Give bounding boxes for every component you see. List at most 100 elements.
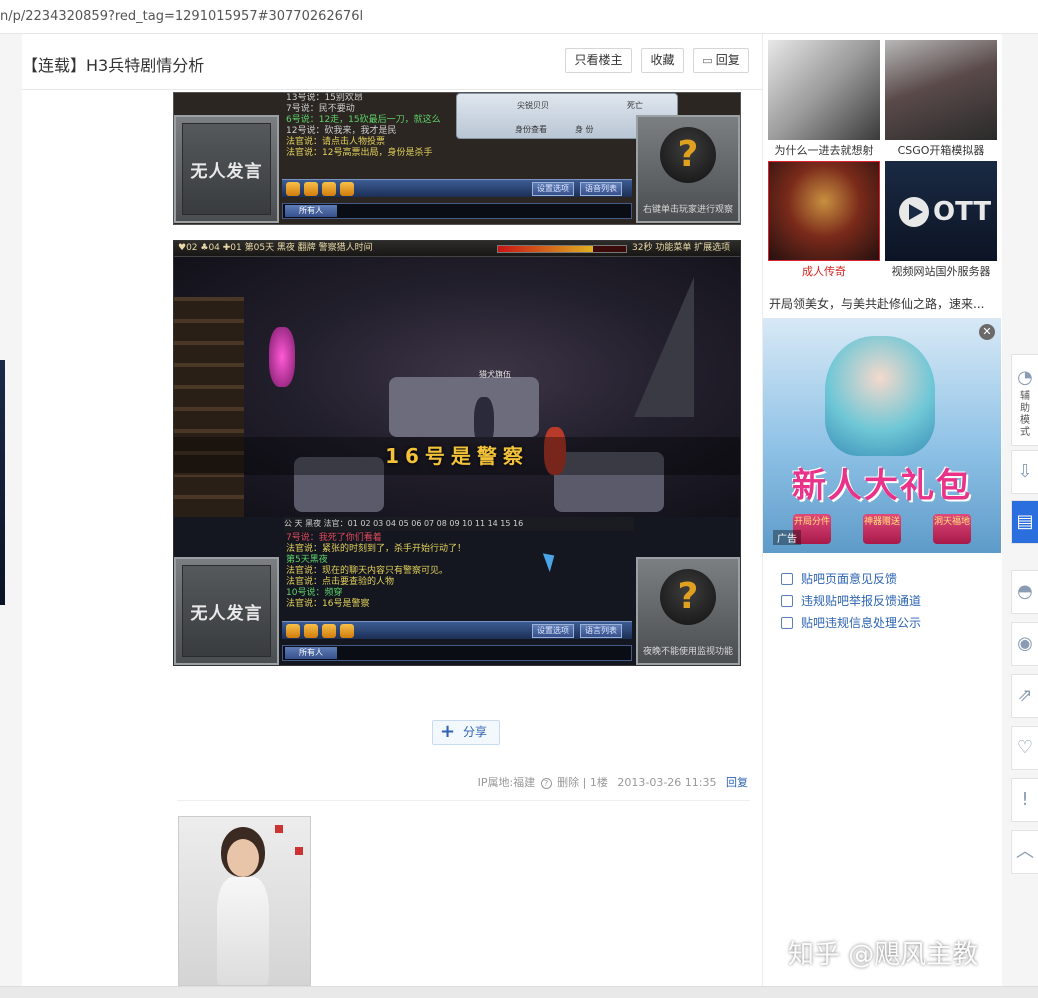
only-op-button[interactable]: 只看楼主 bbox=[565, 48, 632, 73]
report-link[interactable]: 违规贴吧举报反馈通道 bbox=[781, 590, 921, 612]
back-to-top-button[interactable]: ︿ bbox=[1011, 830, 1038, 874]
assist-mode-label: 辅助模式 bbox=[1020, 391, 1030, 438]
assist-mode-button[interactable]: ◔ 辅助模式 bbox=[1011, 354, 1038, 446]
floor-divider bbox=[177, 800, 750, 801]
comment-button[interactable]: ▤ bbox=[1011, 500, 1038, 544]
chat-line: 6号说：12走，15砍最后一刀，就这么 bbox=[286, 115, 441, 125]
bowl-button[interactable]: ◓ bbox=[1011, 570, 1038, 614]
delete-link[interactable]: 删除 bbox=[557, 776, 579, 789]
chat-line: 7号说：我死了你们看着 bbox=[286, 533, 382, 543]
feedback-link-label: 贴吧页面意见反馈 bbox=[801, 572, 898, 586]
emote-icon bbox=[340, 624, 354, 638]
chat-line: 12号说：砍我来，我才是民 bbox=[286, 126, 397, 136]
floor-reply-link[interactable]: 回复 bbox=[726, 776, 748, 789]
recommend-caption: CSGO开箱模拟器 bbox=[897, 144, 985, 157]
timer-bar-fill bbox=[498, 246, 593, 252]
url-text[interactable]: n/p/2234320859?red_tag=1291015957#307702… bbox=[0, 9, 363, 24]
play-triangle bbox=[909, 204, 923, 220]
ad-badge: 洞天福地 bbox=[933, 514, 971, 544]
comment-icon: ▭ bbox=[702, 54, 713, 67]
recommend-item[interactable]: OTT 视频网站国外服务器 bbox=[885, 161, 997, 279]
emote-icon bbox=[322, 182, 336, 196]
chat-line: 第5天黑夜 bbox=[286, 555, 328, 565]
settings-option: 设置选项 bbox=[532, 624, 574, 638]
reply-button-label: 回复 bbox=[715, 53, 740, 67]
emote-icon bbox=[304, 182, 318, 196]
floor-meta: IP属地:福建 ? 删除 | 1楼 2013-03-26 11:35 回复 bbox=[478, 774, 748, 790]
hud-status: ♥02 ♣04 ✚01 第05天 黑夜 翻牌 警察猎人时间 bbox=[178, 243, 373, 253]
recommend-thumb bbox=[768, 40, 880, 140]
share-button[interactable]: + 分享 bbox=[432, 720, 500, 745]
help-icon[interactable]: ? bbox=[540, 778, 552, 789]
recommend-thumb bbox=[768, 161, 880, 261]
report-button[interactable]: ! bbox=[1011, 778, 1038, 822]
recommend-thumb: OTT bbox=[885, 161, 997, 261]
photo-dress bbox=[217, 877, 269, 985]
thread-title: 【连载】H3兵特剧情分析 bbox=[22, 56, 205, 75]
reply-button[interactable]: ▭ 回复 bbox=[693, 48, 749, 73]
share-icon: ⇗ bbox=[1017, 685, 1033, 706]
chat-line: 法官说：请点击人物投票 bbox=[286, 137, 386, 147]
chat-line: 法官说：紧张的时刻到了，杀手开始行动了！ bbox=[286, 544, 467, 554]
floor-number: 1楼 bbox=[589, 776, 608, 789]
thread-header: 【连载】H3兵特剧情分析 只看楼主 收藏 ▭ 回复 bbox=[22, 40, 762, 90]
violation-link[interactable]: 贴吧违规信息处理公示 bbox=[781, 612, 921, 634]
ad-headline: 新人大礼包 bbox=[792, 466, 972, 506]
timer-bar bbox=[497, 245, 627, 253]
popup-status: 死亡 bbox=[627, 101, 643, 110]
recommend-thumb bbox=[885, 40, 997, 140]
chat-log: 13号说：15别欢昂 7号说：民不要动 6号说：12走，15砍最后一刀，就这么 … bbox=[286, 93, 441, 159]
post-time: 2013-03-26 11:35 bbox=[617, 776, 717, 789]
popup-identity: 身 份 bbox=[575, 125, 594, 134]
download-button[interactable]: ⇩ bbox=[1011, 450, 1038, 494]
emote-icon bbox=[322, 624, 336, 638]
post-image-game-chat[interactable]: 13号说：15别欢昂 7号说：民不要动 6号说：12走，15砍最后一刀，就这么 … bbox=[173, 92, 741, 225]
chevron-up-icon: ︿ bbox=[1016, 841, 1034, 862]
chat-toolbar: 设置选项 语言列表 bbox=[282, 621, 632, 639]
recommend-item[interactable]: 成人传奇 bbox=[768, 161, 880, 279]
photo-sticker-icon bbox=[295, 847, 303, 855]
recipient-select: 所有人 bbox=[285, 205, 337, 217]
game-scene: 猎犬旗伍 16号是警察 bbox=[174, 257, 740, 517]
chat-toolbar: 设置选项 语音列表 bbox=[282, 179, 632, 197]
role-banner: 16号是警察 bbox=[174, 437, 740, 475]
ad-banner[interactable]: 新人大礼包 开局分件 神器赠送 洞天福地 广告 ✕ bbox=[763, 318, 1001, 553]
watermark: 知乎 @飓风主教 bbox=[788, 940, 979, 970]
chat-input: 所有人 bbox=[282, 203, 632, 219]
settings-option: 设置选项 bbox=[532, 182, 574, 196]
ad-character bbox=[825, 336, 935, 456]
emote-icon bbox=[286, 182, 300, 196]
wall-shadow bbox=[634, 277, 694, 417]
recommend-caption: 为什么一进去就想射 bbox=[774, 144, 874, 157]
chat-log: 7号说：我死了你们看着 法官说：紧张的时刻到了，杀手开始行动了！ 第5天黑夜 法… bbox=[286, 533, 466, 610]
photo-face bbox=[227, 839, 259, 877]
ad-badge: 神器赠送 bbox=[863, 514, 901, 544]
violation-link-label: 贴吧违规信息处理公示 bbox=[801, 616, 922, 630]
share-side-button[interactable]: ⇗ bbox=[1011, 674, 1038, 718]
close-icon[interactable]: ✕ bbox=[979, 324, 995, 340]
post-image-game-night[interactable]: ♥02 ♣04 ✚01 第05天 黑夜 翻牌 警察猎人时间 32秒 功能菜单 扩… bbox=[173, 240, 741, 666]
recommend-caption: 视频网站国外服务器 bbox=[891, 265, 991, 278]
observer-avatar: ? 夜晚不能使用监视功能 bbox=[636, 557, 740, 665]
post-image-photo[interactable] bbox=[178, 816, 311, 986]
recommend-item[interactable]: 为什么一进去就想射 bbox=[768, 40, 880, 158]
like-button[interactable]: ♡ bbox=[1011, 726, 1038, 770]
chat-line: 13号说：15别欢昂 bbox=[286, 93, 363, 103]
feedback-link[interactable]: 贴吧页面意见反馈 bbox=[781, 568, 921, 590]
question-mark-icon: ? bbox=[660, 569, 716, 625]
comment-icon: ▤ bbox=[1016, 511, 1034, 532]
alert-icon: ! bbox=[1021, 789, 1029, 810]
speaker-panel: 无人发言 bbox=[174, 557, 279, 665]
game-button[interactable]: ◉ bbox=[1011, 622, 1038, 666]
recommend-item[interactable]: CSGO开箱模拟器 bbox=[885, 40, 997, 158]
favorite-button[interactable]: 收藏 bbox=[641, 48, 684, 73]
ad-title[interactable]: 开局领美女，与美共赴修仙之路，速来... bbox=[769, 295, 997, 312]
ad-label: 广告 bbox=[773, 530, 801, 545]
hud-right: 32秒 功能菜单 扩展选项 bbox=[632, 243, 731, 253]
photo-sticker-icon bbox=[275, 825, 283, 833]
speaker-panel-text: 无人发言 bbox=[182, 565, 271, 657]
recommend-caption: 成人传奇 bbox=[802, 265, 846, 278]
emote-icon bbox=[286, 624, 300, 638]
bowl-icon: ◓ bbox=[1017, 581, 1033, 602]
address-bar[interactable]: n/p/2234320859?red_tag=1291015957#307702… bbox=[0, 0, 1038, 34]
